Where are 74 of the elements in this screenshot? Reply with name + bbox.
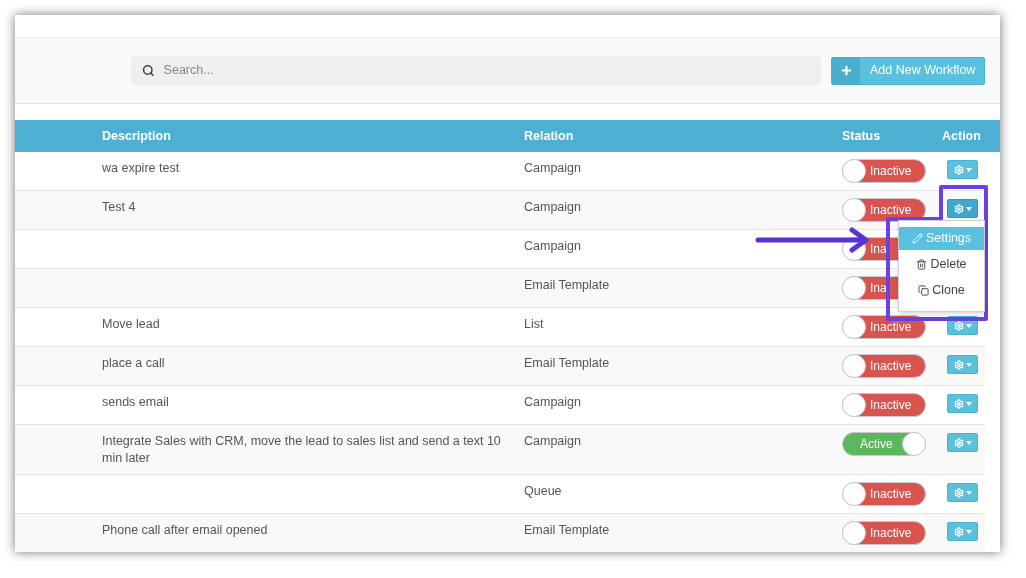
- plus-icon: [839, 64, 853, 77]
- caret-icon: [965, 362, 972, 367]
- toggle-knob: [842, 315, 866, 339]
- table-cell-text: Test 4: [102, 199, 137, 216]
- toggle-knob: [842, 521, 866, 545]
- table-cell-text: Campaign: [524, 160, 582, 177]
- status-label: Inactive: [870, 165, 912, 177]
- status-label: Inactive: [870, 360, 912, 372]
- caret-icon: [965, 401, 972, 406]
- status-label: Inactive: [870, 321, 912, 333]
- table-cell-text: Campaign: [524, 238, 582, 255]
- column-header: Status: [842, 127, 881, 145]
- gear-icon: [953, 359, 964, 370]
- table-cell-text: place a call: [102, 355, 166, 372]
- toggle-knob: [842, 276, 866, 300]
- table-cell-text: Queue: [524, 483, 563, 500]
- table-cell-text: Campaign: [524, 199, 582, 216]
- table-cell-text: Email Template: [524, 522, 611, 539]
- gear-icon: [953, 164, 964, 175]
- toggle-knob: [842, 393, 866, 417]
- status-toggle[interactable]: Inactive: [842, 393, 926, 417]
- caret-icon: [965, 323, 972, 328]
- menu-item[interactable]: Settings: [899, 227, 984, 250]
- search-icon: [142, 64, 155, 77]
- toggle-knob: [842, 198, 866, 222]
- column-header: Action: [942, 127, 981, 145]
- caret-icon: [965, 167, 972, 172]
- table-cell-text: Email Template: [524, 277, 611, 294]
- table-cell-text: Phone call after email opened: [102, 522, 269, 539]
- status-toggle[interactable]: Inactive: [842, 521, 926, 545]
- status-toggle[interactable]: Active: [842, 432, 926, 456]
- copy-icon: [918, 285, 930, 296]
- status-label: Inactive: [870, 488, 912, 500]
- caret-icon: [965, 440, 972, 445]
- caret-icon: [965, 529, 972, 534]
- status-label: Ina: [870, 282, 887, 294]
- column-header: Relation: [524, 127, 574, 145]
- gear-icon: [953, 320, 964, 331]
- table-cell-text: Email Template: [524, 355, 611, 372]
- toggle-knob: [902, 432, 926, 456]
- status-label: Inactive: [870, 204, 912, 216]
- status-toggle[interactable]: Inactive: [842, 354, 926, 378]
- status-label: Inactive: [870, 527, 912, 539]
- caret-icon: [965, 206, 972, 211]
- toggle-knob: [842, 354, 866, 378]
- status-label: Active: [860, 438, 893, 450]
- toggle-knob: [842, 159, 866, 183]
- gear-icon: [953, 526, 964, 537]
- caret-icon: [965, 490, 972, 495]
- column-header: Description: [102, 127, 171, 145]
- status-toggle[interactable]: Inactive: [842, 482, 926, 506]
- status-label: Ina: [870, 243, 887, 255]
- table-cell-text: wa expire test: [102, 160, 181, 177]
- table-cell-text: Integrate Sales with CRM, move the lead to sales list and send a text 10 min later: [102, 433, 502, 467]
- add-workflow-button[interactable]: Add New Workflow: [831, 56, 985, 85]
- trash-icon: [916, 259, 928, 270]
- table-cell-text: List: [524, 316, 545, 333]
- status-toggle[interactable]: Inactive: [842, 159, 926, 183]
- table-cell-text: Campaign: [524, 394, 582, 411]
- gear-icon: [953, 203, 964, 214]
- search-input[interactable]: Search...: [163, 61, 821, 80]
- table-cell-text: sends email: [102, 394, 170, 411]
- gear-icon: [953, 398, 964, 409]
- table-cell-text: Move lead: [102, 316, 161, 333]
- toggle-knob: [842, 482, 866, 506]
- status-toggle[interactable]: Inactive: [842, 315, 926, 339]
- status-toggle[interactable]: Inactive: [842, 198, 926, 222]
- search-field[interactable]: Search...: [131, 56, 821, 85]
- table-cell-text: Campaign: [524, 433, 582, 450]
- pencil-icon: [911, 233, 923, 244]
- status-label: Inactive: [870, 399, 912, 411]
- gear-icon: [953, 487, 964, 498]
- action-button[interactable]: [947, 199, 978, 218]
- gear-icon: [953, 437, 964, 448]
